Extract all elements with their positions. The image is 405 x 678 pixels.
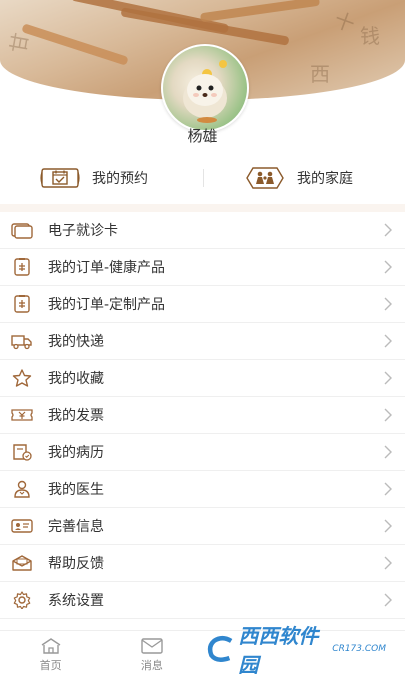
calendar-scroll-icon <box>40 168 80 188</box>
doctor-icon <box>11 480 33 498</box>
id-card-icon <box>11 517 33 535</box>
star-icon <box>11 369 33 387</box>
avatar[interactable] <box>161 44 249 132</box>
menu-item-label: 电子就诊卡 <box>48 223 118 239</box>
menu-item-label: 我的医生 <box>48 482 104 498</box>
my-appointment-button[interactable]: 我的预约 <box>40 159 148 197</box>
mail-icon <box>141 637 163 654</box>
menu-item-label: 系统设置 <box>48 593 104 609</box>
menu-item-my-doctor[interactable]: 我的医生 <box>0 471 405 508</box>
watermark-subtext: CR173.COM <box>332 644 386 654</box>
tab-label: 消息 <box>140 658 163 672</box>
quick-links-divider <box>203 169 204 187</box>
chevron-right-icon <box>384 556 392 570</box>
watermark-logo: 西西软件园 CR173.COM <box>206 624 386 677</box>
menu-item-favorites[interactable]: 我的收藏 <box>0 360 405 397</box>
family-icon <box>246 167 284 189</box>
gear-icon <box>11 591 33 609</box>
feedback-icon <box>11 554 33 572</box>
my-appointment-label: 我的预约 <box>92 171 148 187</box>
chevron-right-icon <box>384 519 392 533</box>
menu-item-label: 我的发票 <box>48 408 104 424</box>
menu-item-invoice[interactable]: 我的发票 <box>0 397 405 434</box>
tab-label: 首页 <box>39 658 62 672</box>
menu-item-medical-card[interactable]: 电子就诊卡 <box>0 212 405 249</box>
user-name: 杨雄 <box>187 127 218 145</box>
chevron-right-icon <box>384 223 392 237</box>
menu-item-label: 我的病历 <box>48 445 104 461</box>
chevron-right-icon <box>384 371 392 385</box>
invoice-icon <box>11 406 33 424</box>
menu-item-label: 我的快递 <box>48 334 104 350</box>
menu-item-medical-record[interactable]: 我的病历 <box>0 434 405 471</box>
tab-home[interactable]: 首页 <box>0 631 101 678</box>
my-family-label: 我的家庭 <box>297 171 353 187</box>
menu-list: 电子就诊卡 我的订单-健康产品 我的订单-定制产品 我的快递 我的收藏 我的发票 <box>0 212 405 619</box>
menu-item-help-feedback[interactable]: 帮助反馈 <box>0 545 405 582</box>
chevron-right-icon <box>384 445 392 459</box>
chevron-right-icon <box>384 297 392 311</box>
card-icon <box>11 221 33 239</box>
menu-item-label: 我的订单-定制产品 <box>48 297 166 313</box>
medical-record-icon <box>11 443 33 461</box>
chevron-right-icon <box>384 408 392 422</box>
menu-item-complete-info[interactable]: 完善信息 <box>0 508 405 545</box>
my-family-button[interactable]: 我的家庭 <box>245 159 353 197</box>
home-icon <box>41 637 61 654</box>
delivery-truck-icon <box>11 332 33 350</box>
menu-item-label: 完善信息 <box>48 519 104 535</box>
watermark-c-icon <box>207 635 233 662</box>
chevron-right-icon <box>384 334 392 348</box>
section-separator <box>0 204 405 212</box>
menu-item-label: 我的订单-健康产品 <box>48 260 166 276</box>
menu-item-system-settings[interactable]: 系统设置 <box>0 582 405 619</box>
tab-messages[interactable]: 消息 <box>101 631 202 678</box>
quick-links: 我的预约 我的家庭 <box>0 159 405 197</box>
chevron-right-icon <box>384 593 392 607</box>
menu-item-orders-custom[interactable]: 我的订单-定制产品 <box>0 286 405 323</box>
chevron-right-icon <box>384 260 392 274</box>
menu-item-orders-health[interactable]: 我的订单-健康产品 <box>0 249 405 286</box>
order-icon <box>11 295 33 313</box>
chevron-right-icon <box>384 482 392 496</box>
order-icon <box>11 258 33 276</box>
menu-item-label: 帮助反馈 <box>48 556 104 572</box>
hedgehog-avatar-icon <box>183 60 227 123</box>
menu-item-delivery[interactable]: 我的快递 <box>0 323 405 360</box>
menu-item-label: 我的收藏 <box>48 371 104 387</box>
watermark-text: 西西软件园 <box>238 624 319 677</box>
